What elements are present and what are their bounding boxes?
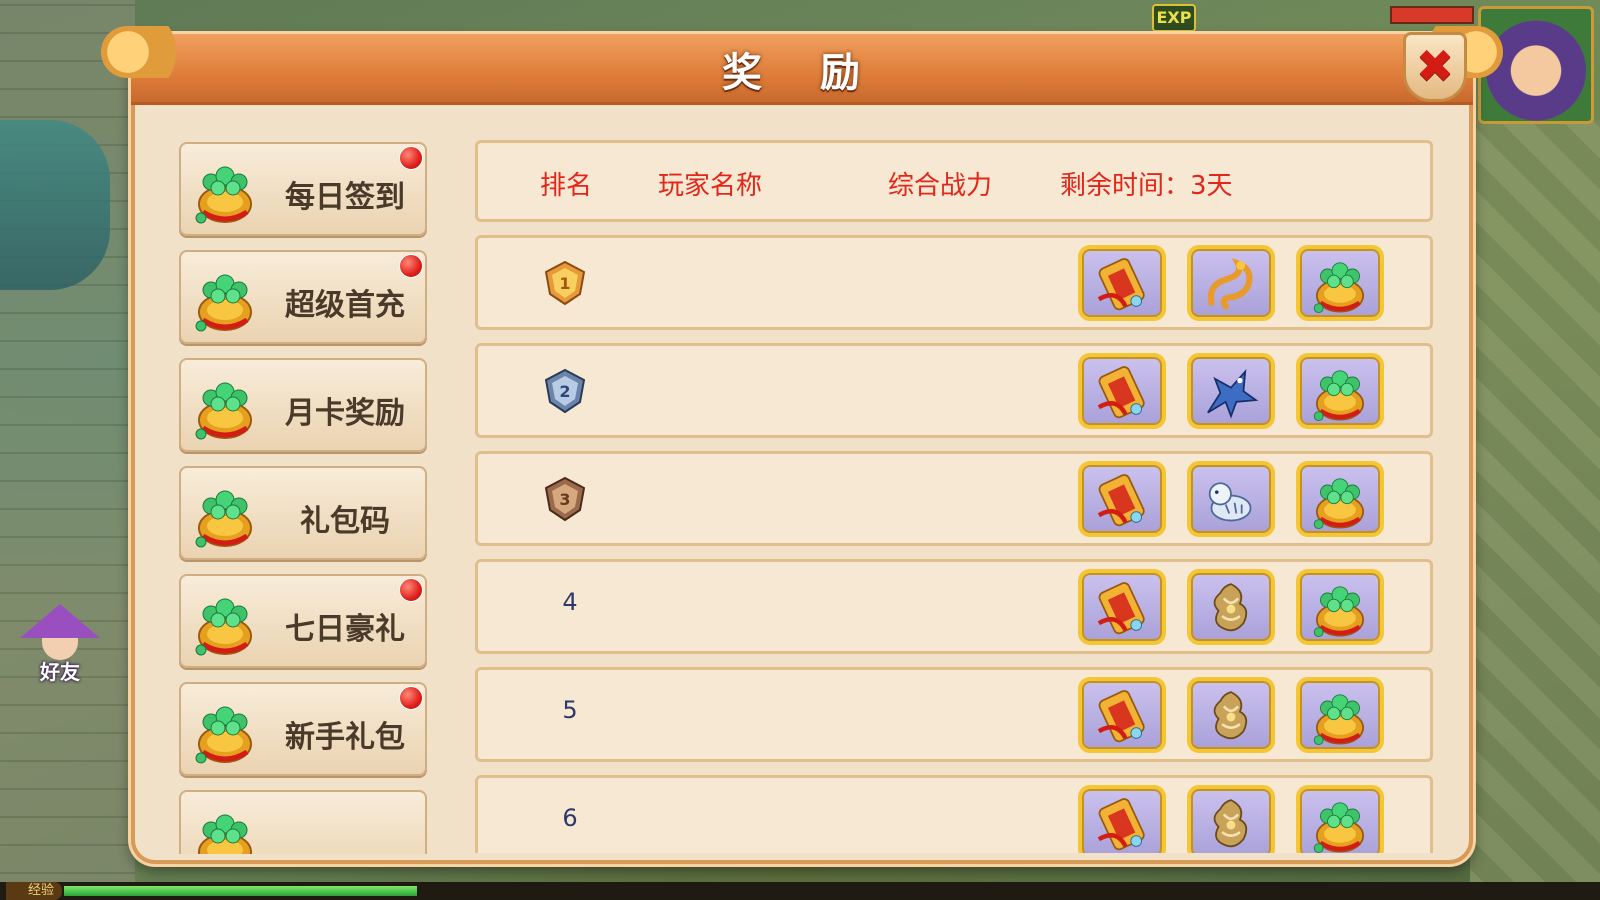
exp-bar: 经验 (0, 882, 1600, 900)
ranking-row: 3 (475, 451, 1433, 546)
background-courtyard (1470, 120, 1600, 900)
header-rank: 排名 (540, 171, 593, 201)
notification-dot-icon (399, 146, 423, 170)
sidebar-item-label: 新手礼包 (285, 720, 405, 755)
exp-bar-label: 经验 (6, 882, 63, 900)
reward-slot[interactable] (1078, 785, 1166, 853)
money-bag-icon (189, 264, 261, 336)
header-time-remaining: 剩余时间：3天 (1060, 171, 1233, 201)
ranking-row: 2 (475, 343, 1433, 438)
ranking-row: 6 (475, 775, 1433, 853)
bronze-medal-icon: 3 (540, 474, 590, 524)
friend-button[interactable]: 好友 (18, 600, 102, 684)
reward-slot[interactable] (1296, 461, 1384, 537)
money-bag-icon (189, 804, 261, 854)
reward-slot[interactable] (1078, 461, 1166, 537)
reward-slot[interactable] (1296, 677, 1384, 753)
reward-slot[interactable] (1187, 569, 1275, 645)
exp-bar-fill (64, 886, 417, 896)
title-bar: 奖 励 (131, 34, 1473, 105)
sidebar-item[interactable]: 七日豪礼 (179, 574, 427, 668)
friend-label: 好友 (40, 660, 80, 684)
reward-category-sidebar: 每日签到超级首充月卡奖励礼包码七日豪礼新手礼包 (179, 142, 431, 854)
reward-slot[interactable] (1187, 461, 1275, 537)
svg-text:2: 2 (559, 382, 570, 401)
notification-dot-icon (399, 578, 423, 602)
sidebar-item-label: 每日签到 (285, 180, 405, 215)
reward-slot[interactable] (1078, 245, 1166, 321)
reward-panel: 奖 励 ✖ 每日签到超级首充月卡奖励礼包码七日豪礼新手礼包 排名 玩家名称 综合… (101, 26, 1503, 864)
ranking-row: 4 (475, 559, 1433, 654)
exp-badge: EXP (1152, 4, 1196, 32)
notification-dot-icon (399, 254, 423, 278)
reward-slot[interactable] (1078, 353, 1166, 429)
hp-bar (1390, 6, 1474, 24)
money-bag-icon (189, 372, 261, 444)
money-bag-icon (189, 480, 261, 552)
silver-medal-icon: 2 (540, 366, 590, 416)
sidebar-item[interactable]: 礼包码 (179, 466, 427, 560)
reward-slot[interactable] (1296, 353, 1384, 429)
money-bag-icon (189, 588, 261, 660)
svg-text:1: 1 (559, 274, 570, 293)
reward-slot[interactable] (1187, 677, 1275, 753)
ranking-row: 1 (475, 235, 1433, 330)
ranking-row: 5 (475, 667, 1433, 762)
reward-slot[interactable] (1078, 569, 1166, 645)
sidebar-item[interactable] (179, 790, 427, 854)
ranking-header-row: 排名 玩家名称 综合战力 剩余时间：3天 (475, 140, 1433, 222)
reward-slot[interactable] (1187, 785, 1275, 853)
sidebar-item-label: 礼包码 (300, 504, 390, 539)
close-button[interactable]: ✖ (1403, 32, 1467, 102)
reward-slot[interactable] (1296, 569, 1384, 645)
reward-slot[interactable] (1187, 245, 1275, 321)
reward-slot[interactable] (1296, 245, 1384, 321)
close-icon: ✖ (1415, 39, 1455, 93)
sidebar-item[interactable]: 月卡奖励 (179, 358, 427, 452)
sidebar-item[interactable]: 超级首充 (179, 250, 427, 344)
money-bag-icon (189, 156, 261, 228)
sidebar-item-label: 月卡奖励 (285, 396, 405, 431)
notification-dot-icon (399, 686, 423, 710)
gold-medal-icon: 1 (540, 258, 590, 308)
rank-number: 6 (562, 804, 578, 832)
rank-number: 5 (562, 696, 578, 724)
ranking-list: 1 2 3 4 5 6 (475, 235, 1437, 853)
panel-title: 奖 励 (722, 50, 882, 96)
reward-slot[interactable] (1187, 353, 1275, 429)
header-player-name: 玩家名称 (658, 171, 763, 201)
reward-slot[interactable] (1296, 785, 1384, 853)
rank-number: 4 (562, 588, 578, 616)
friend-hat-icon (20, 604, 100, 638)
money-bag-icon (189, 696, 261, 768)
sidebar-item-label: 七日豪礼 (285, 612, 405, 647)
scroll-ornament-left-icon (101, 26, 191, 78)
reward-slot[interactable] (1078, 677, 1166, 753)
sidebar-item[interactable]: 每日签到 (179, 142, 427, 236)
sidebar-item[interactable]: 新手礼包 (179, 682, 427, 776)
header-combat-power: 综合战力 (888, 171, 993, 201)
svg-text:3: 3 (559, 490, 570, 509)
sidebar-item-label: 超级首充 (285, 288, 405, 323)
background-water (0, 120, 110, 290)
